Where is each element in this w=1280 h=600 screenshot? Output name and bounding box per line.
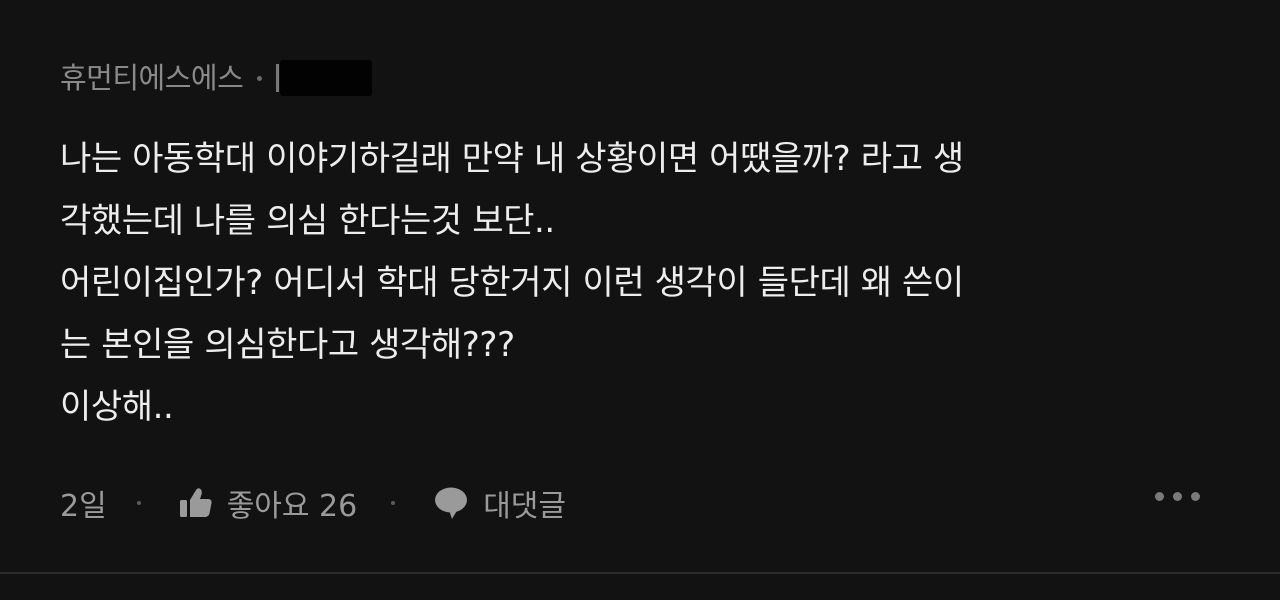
author-name[interactable]: 휴먼티에스에스 <box>60 58 244 98</box>
reply-label: 대댓글 <box>483 489 567 524</box>
comment-line: 이상해.. <box>60 387 174 427</box>
comment-line: 나는 아동학대 이야기하길래 만약 내 상황이면 어땠을까? 라고 생 <box>60 139 964 179</box>
comment-line: 어린이집인가? 어디서 학대 당한거지 이런 생각이 들단데 왜 쓴이 <box>60 263 964 303</box>
more-horizontal-icon <box>1155 492 1164 501</box>
comment-footer: 2일 좋아요 26 대댓글 <box>60 478 1220 528</box>
comment-line: 각했는데 나를 의심 한다는것 보단.. <box>60 201 555 241</box>
reply-button[interactable]: 대댓글 <box>433 481 566 525</box>
like-label: 좋아요 26 <box>226 489 358 524</box>
comment-line: 는 본인을 의심한다고 생각해??? <box>60 325 515 365</box>
separator-dot <box>136 501 141 505</box>
divider <box>0 572 1280 574</box>
like-button[interactable]: 좋아요 26 <box>179 481 358 525</box>
thumbs-up-icon <box>179 487 213 519</box>
redacted-info <box>276 58 373 98</box>
more-options-button[interactable] <box>1155 492 1200 501</box>
comment-body: 나는 아동학대 이야기하길래 만약 내 상황이면 어땠을까? 라고 생 각했는데… <box>60 128 1220 438</box>
comment-header: 휴먼티에스에스 <box>60 58 373 98</box>
speech-bubble-icon <box>433 486 469 520</box>
separator-dot <box>257 75 263 81</box>
separator-dot <box>391 501 396 505</box>
comment-card: 휴먼티에스에스 나는 아동학대 이야기하길래 만약 내 상황이면 어땠을까? 라… <box>0 0 1280 572</box>
comment-time: 2일 <box>60 489 107 524</box>
